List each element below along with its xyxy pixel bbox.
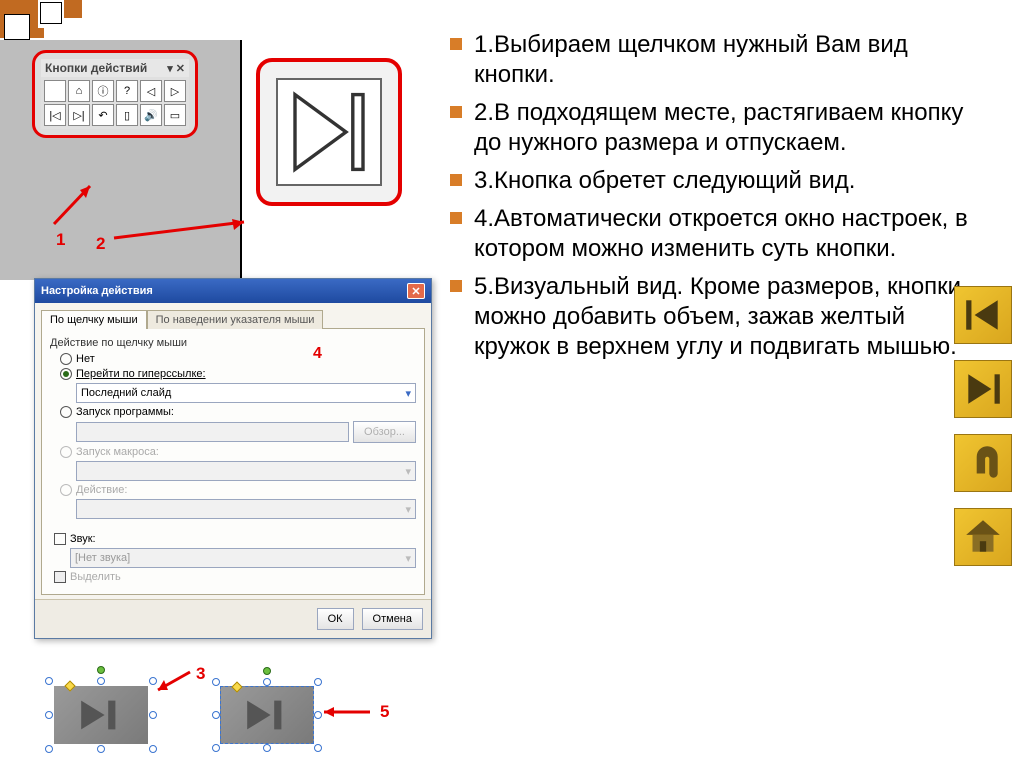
label-highlight: Выделить (70, 571, 121, 583)
nav-home-button[interactable] (954, 508, 1012, 566)
toolbar-button-grid: ⌂ ⓘ ? ◁ ▷ |◁ ▷| ↶ ▯ 🔊 ▭ (41, 77, 189, 129)
arrow-2 (104, 212, 254, 248)
tab-click[interactable]: По щелчку мыши (41, 310, 147, 329)
browse-button: Обзор... (353, 421, 416, 443)
nav-icons-strip (954, 286, 1012, 566)
tb-btn-home[interactable]: ⌂ (68, 80, 90, 102)
label-hyperlink: Перейти по гиперссылке: (76, 368, 206, 380)
label-macro: Запуск макроса: (76, 446, 159, 458)
tab-hover[interactable]: По наведении указателя мыши (147, 310, 324, 329)
annotation-4: 4 (313, 345, 322, 363)
tb-btn-help[interactable]: ? (116, 80, 138, 102)
bullet-icon (450, 174, 462, 186)
nav-next-button[interactable] (954, 360, 1012, 418)
radio-program[interactable] (60, 406, 72, 418)
cancel-button[interactable]: Отмена (362, 608, 423, 630)
annotation-1: 1 (56, 230, 65, 250)
nav-return-button[interactable] (954, 434, 1012, 492)
rotate-handle[interactable] (97, 666, 105, 674)
action-dropdown: ▾ (76, 499, 416, 519)
ok-button[interactable]: ОК (317, 608, 354, 630)
bullet-5: 5.Визуальный вид. Кроме размеров, кнопки… (474, 272, 980, 362)
program-path-input (76, 422, 349, 442)
arrow-1 (42, 176, 102, 236)
instruction-list: 1.Выбираем щелчком нужный Вам вид кнопки… (450, 30, 980, 370)
sound-dropdown: [Нет звука]▾ (70, 548, 416, 568)
rotate-handle[interactable] (263, 667, 271, 675)
label-sound: Звук: (70, 533, 96, 545)
big-action-button-preview (256, 58, 402, 206)
tb-btn-last[interactable]: ▷| (68, 104, 90, 126)
bullet-2: 2.В подходящем месте, растягиваем кнопку… (474, 98, 980, 158)
label-program: Запуск программы: (76, 406, 174, 418)
bullet-icon (450, 280, 462, 292)
group-label: Действие по щелчку мыши (50, 337, 416, 349)
dialog-close-button[interactable]: ✕ (407, 283, 425, 299)
tb-btn-doc[interactable]: ▯ (116, 104, 138, 126)
macro-dropdown: ▾ (76, 461, 416, 481)
tb-btn-prev[interactable]: ◁ (140, 80, 162, 102)
bullet-4: 4.Автоматически откроется окно настроек,… (474, 204, 980, 264)
arrow-5 (318, 700, 378, 724)
chevron-down-icon: ▾ (405, 387, 411, 400)
annotation-3: 3 (196, 664, 205, 684)
forward-end-icon (278, 81, 380, 183)
tb-btn-movie[interactable]: ▭ (164, 104, 186, 126)
radio-hyperlink[interactable] (60, 368, 72, 380)
tb-btn-first[interactable]: |◁ (44, 104, 66, 126)
bullet-1: 1.Выбираем щелчком нужный Вам вид кнопки… (474, 30, 980, 90)
highlight-checkbox (54, 571, 66, 583)
tb-btn-info[interactable]: ⓘ (92, 80, 114, 102)
sound-checkbox[interactable] (54, 533, 66, 545)
placed-action-button[interactable] (54, 686, 148, 744)
action-settings-dialog: Настройка действия ✕ По щелчку мыши По н… (34, 278, 432, 639)
nav-prev-button[interactable] (954, 286, 1012, 344)
annotation-2: 2 (96, 234, 105, 254)
placed-action-button-selected[interactable] (220, 686, 314, 744)
bullet-icon (450, 106, 462, 118)
radio-macro (60, 446, 72, 458)
bullet-icon (450, 38, 462, 50)
toolbar-title: Кнопки действий (45, 61, 147, 75)
arrow-3 (150, 668, 200, 698)
label-none: Нет (76, 353, 95, 365)
dialog-title: Настройка действия (41, 285, 153, 297)
bullet-3: 3.Кнопка обретет следующий вид. (474, 166, 855, 196)
toolbar-close-icon[interactable]: ▾ ✕ (167, 62, 185, 75)
radio-action (60, 484, 72, 496)
label-action: Действие: (76, 484, 127, 496)
tb-btn-blank[interactable] (44, 80, 66, 102)
radio-none[interactable] (60, 353, 72, 365)
bullet-icon (450, 212, 462, 224)
tb-btn-next[interactable]: ▷ (164, 80, 186, 102)
hyperlink-dropdown[interactable]: Последний слайд ▾ (76, 383, 416, 403)
tb-btn-sound[interactable]: 🔊 (140, 104, 162, 126)
annotation-5: 5 (380, 702, 389, 722)
tb-btn-return[interactable]: ↶ (92, 104, 114, 126)
action-buttons-toolbar: Кнопки действий ▾ ✕ ⌂ ⓘ ? ◁ ▷ |◁ ▷| ↶ ▯ … (32, 50, 198, 138)
